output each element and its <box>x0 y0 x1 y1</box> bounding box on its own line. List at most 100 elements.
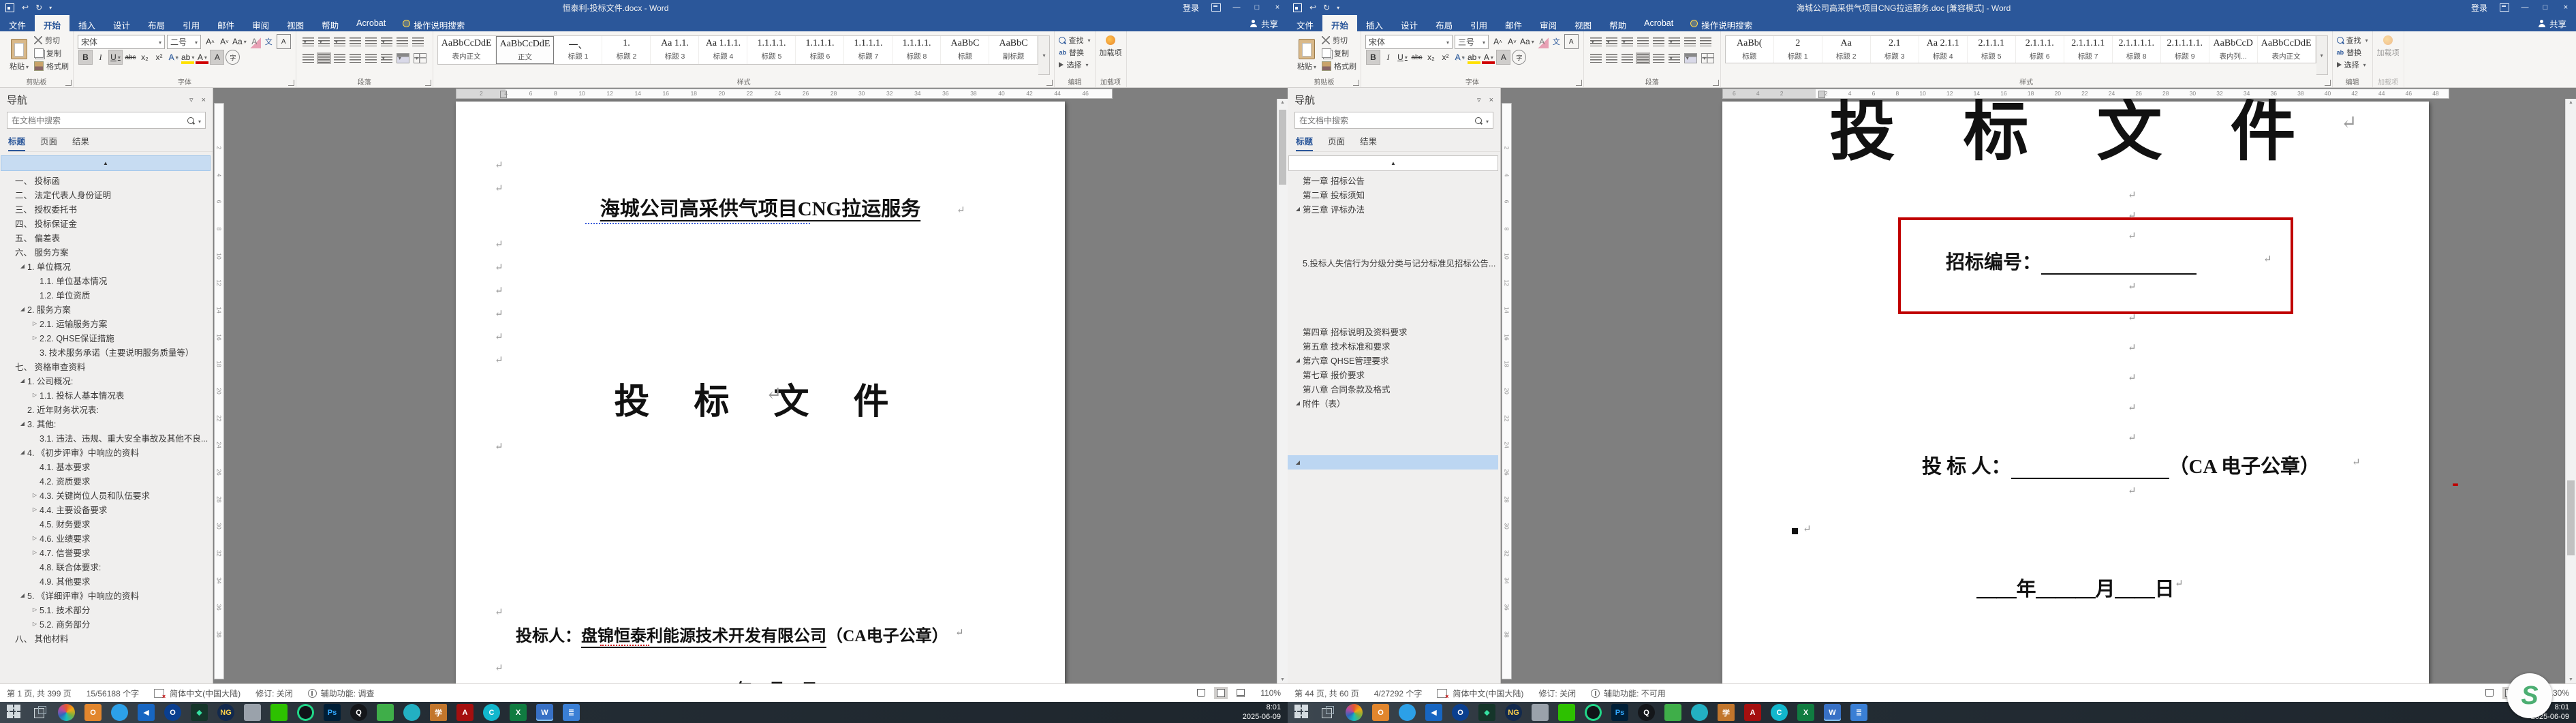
expand-arrow-icon[interactable]: ◢ <box>1293 357 1303 363</box>
format-painter-button[interactable]: 格式刷 <box>34 61 69 72</box>
font-size-combo[interactable]: 三号 <box>1455 34 1489 49</box>
nav-heading-item[interactable]: 第八章 合同条款及格式 <box>1288 382 1500 396</box>
nav-heading-item[interactable]: ▷ 4.7. 信誉要求 <box>0 545 213 559</box>
bullet-list-button[interactable] <box>302 37 314 46</box>
scroll-up-arrow[interactable]: ▲ <box>1277 100 1288 105</box>
status-wordcount[interactable]: 4/27292 个字 <box>1374 688 1423 699</box>
undo-button[interactable]: ↩ <box>22 3 29 12</box>
status-wordcount[interactable]: 15/56188 个字 <box>87 688 139 699</box>
distribute-button[interactable] <box>1652 53 1664 63</box>
font-name-combo[interactable]: 宋体 <box>78 34 165 49</box>
notebook-app-icon[interactable]: ≣ <box>563 704 580 721</box>
copy-button[interactable]: 复制 <box>1322 48 1356 59</box>
app-green-icon[interactable] <box>1664 704 1681 721</box>
document-canvas[interactable]: 海城公司高采供气项目CNG拉运服务 投 标 文 件 投标人：盘锦恒泰利能源技术开… <box>224 99 1288 683</box>
dialog-launcher-icon[interactable] <box>1353 80 1359 86</box>
expand-arrow-icon[interactable]: ◢ <box>1293 459 1303 465</box>
font-format-button[interactable]: x₂ <box>138 50 151 64</box>
ribbon-tab[interactable]: Acrobat <box>1635 15 1682 31</box>
ribbon-tab[interactable]: 开始 <box>35 15 70 31</box>
style-gallery-item[interactable]: 2.1.1.1 标题 5 <box>1968 36 2016 63</box>
align-right-button[interactable] <box>1621 53 1633 63</box>
qq-icon[interactable]: Q <box>1638 704 1655 721</box>
print-layout-button[interactable] <box>1214 687 1228 699</box>
font-size-combo[interactable]: 二号 <box>167 34 201 49</box>
style-gallery-item[interactable]: 2.1.1.1.1. 标题 9 <box>2161 36 2209 63</box>
font-format-button[interactable]: x² <box>153 50 166 64</box>
find-button[interactable]: 查找 <box>2336 35 2368 46</box>
select-button[interactable]: 选择 <box>2336 59 2368 70</box>
nav-heading-item[interactable]: 5.投标人失信行为分级分类与记分标准见招标公告... <box>1288 256 1500 270</box>
expand-arrow-icon[interactable]: ◢ <box>18 592 27 598</box>
style-gallery-item[interactable]: 1.1.1.1. 标题 6 <box>796 36 845 64</box>
line-spacing-button[interactable] <box>380 53 392 63</box>
excel-icon[interactable]: X <box>1797 704 1814 721</box>
redo-button[interactable]: ↻ <box>35 3 42 12</box>
nav-heading-item[interactable]: 第一章 招标公告 <box>1288 173 1500 187</box>
word-icon[interactable]: W <box>536 704 553 721</box>
nav-heading-item[interactable]: 七、 资格审查资料 <box>0 359 213 373</box>
nav-heading-item[interactable]: 三、 授权委托书 <box>0 202 213 216</box>
photos-icon[interactable] <box>1346 704 1363 721</box>
cut-button[interactable]: 剪切 <box>1322 35 1356 46</box>
status-track-changes[interactable]: 修订: 关闭 <box>255 688 293 699</box>
ribbon-tab[interactable]: 帮助 <box>313 15 347 31</box>
font-format-button[interactable]: A <box>167 50 180 64</box>
ribbon-tab[interactable]: 设计 <box>1392 15 1427 31</box>
distribute-button[interactable] <box>364 53 377 63</box>
style-gallery-item[interactable]: 2.1.1.1.1. 标题 8 <box>2113 36 2161 63</box>
nav-heading-item[interactable]: ▷ 4.4. 主要设备要求 <box>0 502 213 517</box>
app-orange-tile-icon[interactable]: 学 <box>1718 704 1735 721</box>
qq-icon[interactable]: Q <box>350 704 367 721</box>
vertical-scrollbar[interactable]: ▲ ▼ <box>2565 99 2576 683</box>
minimize-button[interactable]: — <box>2515 3 2535 12</box>
font-tool-button[interactable]: A <box>218 35 231 48</box>
ribbon-tab[interactable]: 开始 <box>1322 15 1358 31</box>
nav-heading-item[interactable]: 六、 服务方案 <box>0 245 213 259</box>
multilevel-list-button[interactable] <box>333 37 345 46</box>
status-language[interactable]: 简体中文(中国大陆) <box>1453 688 1523 699</box>
nav-heading-item[interactable]: ▷ 2.2. QHSE保证措施 <box>0 330 213 345</box>
nav-heading-item[interactable]: ◢ 1. 公司概况: <box>0 373 213 388</box>
nav-heading-item[interactable]: 4.2. 资质要求 <box>0 474 213 488</box>
increase-indent-button[interactable] <box>364 37 377 46</box>
proofing-error-icon[interactable] <box>154 688 166 700</box>
status-track-changes[interactable]: 修订: 关闭 <box>1538 688 1576 699</box>
sign-in-button[interactable]: 登录 <box>2471 2 2487 14</box>
style-gallery-item[interactable]: 1.1.1.1. 标题 7 <box>844 36 893 64</box>
nav-tab[interactable]: 标题 <box>1296 134 1314 151</box>
style-gallery-item[interactable]: Aa 标题 2 <box>1822 36 1871 63</box>
ribbon-tab[interactable]: 邮件 <box>208 15 243 31</box>
font-tool-button[interactable]: A <box>1506 35 1519 48</box>
nav-heading-item[interactable]: 3.1. 违法、违规、重大安全事故及其他不良... <box>0 431 213 445</box>
expand-arrow-icon[interactable]: ◢ <box>18 263 27 269</box>
font-format-button[interactable]: x₂ <box>1425 50 1438 64</box>
maximize-button[interactable]: □ <box>2535 3 2556 12</box>
floating-overlay-icon[interactable]: S <box>2507 673 2552 718</box>
navpane-options-button[interactable]: ▿ <box>1477 95 1481 104</box>
navpane-close-button[interactable]: × <box>1489 96 1493 104</box>
dialog-launcher-icon[interactable] <box>1575 80 1582 86</box>
nav-heading-item[interactable]: ◢ <box>1288 455 1498 470</box>
ribbon-tab[interactable]: 操作说明搜索 <box>1682 15 1761 31</box>
ribbon-tab[interactable]: 审阅 <box>243 15 278 31</box>
ribbon-display-options-button[interactable] <box>2500 3 2509 12</box>
app-blue-arrow-icon[interactable]: ◀ <box>1425 704 1442 721</box>
title-bar[interactable]: ↩ ↻ ▾ 恒泰利-投标文件.docx - Word 登录 — □ × <box>0 0 1288 15</box>
status-page[interactable]: 第 44 页, 共 60 页 <box>1294 688 1359 699</box>
font-format-button[interactable]: ab <box>1468 50 1480 64</box>
style-gallery-item[interactable]: 2.1.1.1. 标题 6 <box>2016 36 2064 63</box>
align-left-button[interactable] <box>1589 53 1602 63</box>
borders-button[interactable] <box>413 52 426 63</box>
document-page[interactable]: 海城公司高采供气项目CNG拉运服务 投 标 文 件 投标人：盘锦恒泰利能源技术开… <box>456 102 1065 683</box>
align-left-button[interactable] <box>302 53 314 63</box>
font-tool-button[interactable]: 文 <box>262 35 275 48</box>
task-view-icon[interactable] <box>31 704 48 721</box>
ribbon-tab[interactable]: 帮助 <box>1600 15 1635 31</box>
navpane-options-button[interactable]: ▿ <box>189 95 193 104</box>
close-button[interactable]: × <box>2556 3 2576 12</box>
ribbon-tab[interactable]: 文件 <box>0 15 35 31</box>
nav-heading-item[interactable]: 五、 偏差表 <box>0 230 213 245</box>
multilevel-list-button[interactable] <box>1621 37 1633 46</box>
vertical-scrollbar[interactable]: ▲ ▼ <box>1277 99 1288 683</box>
